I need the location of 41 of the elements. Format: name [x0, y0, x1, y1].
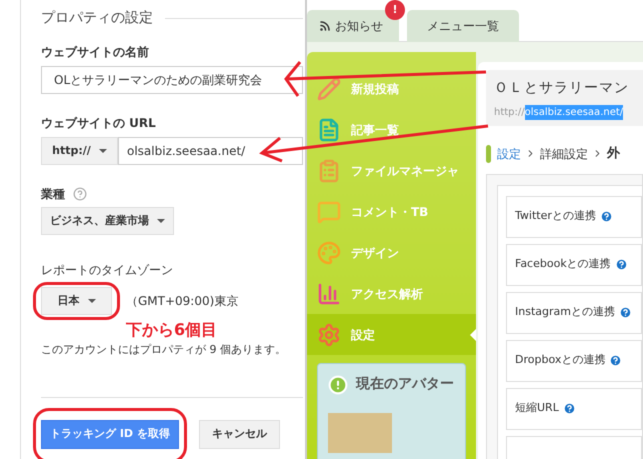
caret-icon	[157, 219, 165, 223]
property-count-text: このアカウントにはプロパティが 9 個あります。	[41, 342, 287, 358]
document-icon	[317, 118, 341, 142]
timezone-text: （GMT+09:00)東京	[126, 293, 238, 310]
settings-row[interactable]: Instagramとの連携	[506, 292, 642, 334]
settings-row[interactable]: 短縮URL	[506, 388, 642, 430]
settings-row[interactable]: Dropboxとの連携	[506, 340, 642, 382]
url-scheme: http://	[494, 106, 525, 120]
settings-row[interactable]: Facebookとの連携	[506, 244, 642, 286]
field-label: ウェブサイトの URL	[41, 115, 157, 132]
site-title: ＯＬとサラリーマン	[494, 79, 630, 98]
breadcrumb-marker	[486, 144, 491, 163]
notification-badge: !	[385, 0, 405, 20]
input-field[interactable]: OLとサラリーマンのための副業研究会	[41, 66, 303, 94]
cancel-button[interactable]: キャンセル	[198, 420, 280, 448]
bar-chart-icon	[317, 282, 341, 306]
breadcrumb-link[interactable]: 設定	[497, 144, 521, 163]
annotation-text: 下から6個目	[126, 319, 218, 341]
palette-icon	[317, 240, 341, 264]
avatar-placeholder	[328, 413, 392, 453]
country-dropdown[interactable]: 日本	[41, 287, 112, 315]
settings-row[interactable]: Twitterとの連携	[506, 196, 642, 238]
industry-dropdown[interactable]: ビジネス、産業市場	[41, 207, 174, 235]
field-label: 業種	[41, 186, 65, 203]
scheme-dropdown[interactable]: http://	[41, 137, 118, 165]
clipboard-icon	[317, 158, 341, 182]
pencil-icon	[317, 76, 341, 100]
breadcrumb-item: 詳細設定	[540, 146, 588, 163]
speech-bubble-icon	[317, 200, 341, 224]
breadcrumb-item: 外	[607, 145, 620, 163]
section-heading: プロパティの設定	[41, 9, 153, 28]
caret-icon	[98, 149, 107, 153]
field-label: ウェブサイトの名前	[41, 44, 150, 61]
caret-icon	[88, 299, 96, 303]
field-label: レポートのタイムゾーン	[41, 262, 174, 279]
rss-icon	[319, 20, 331, 32]
gear-icon	[317, 322, 341, 346]
input-field[interactable]: olsalbiz.seesaa.net/	[118, 137, 303, 165]
exclamation-icon	[328, 374, 348, 394]
tab[interactable]: メニュー一覧	[407, 10, 519, 42]
avatar-title: 現在のアバター	[356, 375, 454, 394]
